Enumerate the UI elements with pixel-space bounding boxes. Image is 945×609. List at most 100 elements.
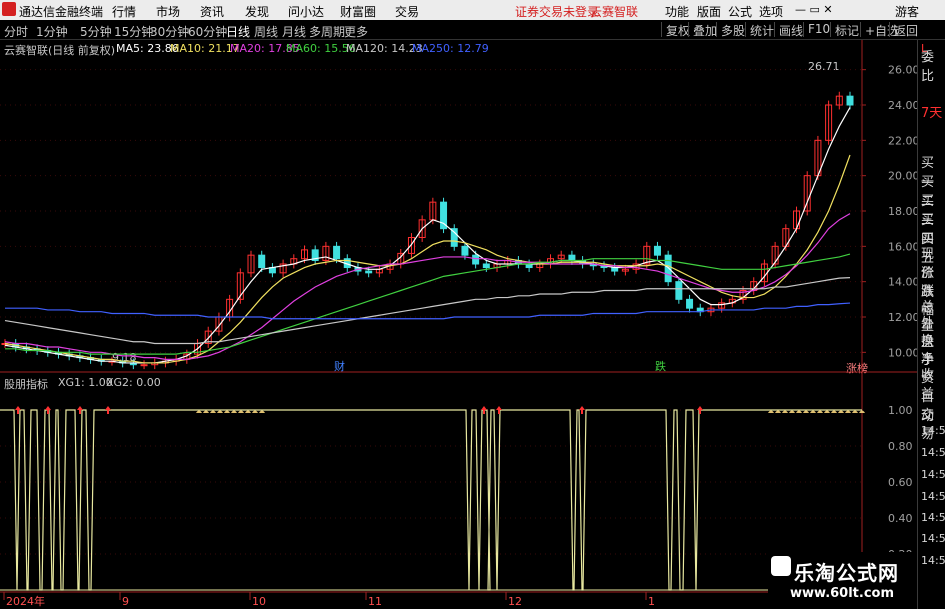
toolbar-mark[interactable]: 标记 — [830, 22, 859, 38]
site-logo-icon — [771, 556, 791, 576]
menu-ask[interactable]: 问小达 — [288, 3, 324, 20]
menu-discover[interactable]: 发现 — [245, 3, 269, 20]
menu-formula[interactable]: 公式 — [728, 3, 752, 20]
buy-signal-icon — [579, 406, 585, 414]
period-tab[interactable]: 30分钟 — [150, 23, 189, 40]
y-tick-label: 22.00 — [888, 134, 920, 147]
sidebar-label[interactable]: 14:56 — [921, 554, 945, 567]
y-tick-label: 18.00 — [888, 205, 920, 218]
ma-line-ma10 — [4, 154, 851, 364]
sidebar-label[interactable]: 14:56 — [921, 424, 945, 437]
signal-mark-icon — [852, 410, 858, 413]
ma-line-ma20 — [4, 213, 851, 360]
candle-body — [686, 298, 694, 309]
window-controls[interactable]: — ▭ ✕ — [795, 3, 833, 16]
toolbar-multi[interactable]: 多股 — [716, 22, 745, 38]
x-tick-label: 9 — [122, 595, 129, 608]
buy-signal-icon — [105, 406, 111, 414]
x-tick-label: 2024年 — [6, 594, 45, 608]
menu-quotes[interactable]: 行情 — [112, 3, 136, 20]
toolbar-f10[interactable]: F10 — [803, 22, 830, 37]
kline-chart[interactable]: 10.00 12.00 14.00 16.00 18.00 20.00 22.00 24.00… — [0, 39, 945, 609]
signal-mark-icon — [196, 410, 202, 413]
watermark-title: 乐淘公式网 — [794, 561, 899, 585]
period-tab[interactable]: 1分钟 — [36, 23, 68, 40]
period-tab[interactable]: 60分钟 — [188, 23, 227, 40]
period-tab[interactable]: 月线 — [282, 23, 306, 40]
toolbar-draw[interactable]: 画线 — [774, 22, 803, 38]
y-tick-label: 14.00 — [888, 276, 920, 289]
period-tab-active[interactable]: 日线 — [226, 23, 250, 40]
sidebar-label[interactable]: 7天 — [921, 102, 942, 121]
signal-mark-icon — [245, 410, 251, 413]
xg1-line — [0, 409, 862, 591]
sidebar-label[interactable]: 委比 — [921, 46, 945, 84]
quote-sidebar[interactable]: L委比7天买一买二买三买四买五现价涨跌涨幅总量外盘换手净资收益自动交易14:56… — [917, 40, 945, 609]
signal-mark-icon — [838, 410, 844, 413]
signal-mark-icon — [238, 410, 244, 413]
menu-market[interactable]: 市场 — [156, 3, 180, 20]
signal-mark-icon — [845, 410, 851, 413]
signal-mark-icon — [768, 410, 774, 413]
menu-function[interactable]: 功能 — [665, 3, 689, 20]
login-notice[interactable]: 证券交易未登录 — [515, 3, 599, 20]
menu-news[interactable]: 资讯 — [200, 3, 224, 20]
candle-body — [450, 228, 458, 247]
signal-mark-icon — [859, 410, 865, 413]
sidebar-label[interactable]: 14:56 — [921, 446, 945, 459]
period-tab[interactable]: 5分钟 — [80, 23, 112, 40]
period-toolbar: 分时 1分钟 5分钟 15分钟 30分钟 60分钟 日线 周线 月线 多周期 更… — [0, 20, 945, 40]
period-tab-more[interactable]: 更多 — [344, 23, 368, 40]
period-tab[interactable]: 多周期 — [309, 23, 345, 40]
y-tick-label: 1.00 — [888, 404, 913, 417]
sidebar-label[interactable]: 14:56 — [921, 532, 945, 545]
y-tick-label: 20.00 — [888, 170, 920, 183]
ma-line-ma120 — [4, 277, 851, 345]
y-tick-label: 12.00 — [888, 311, 920, 324]
y-tick-label: 0.40 — [888, 512, 913, 525]
watermark-url: www.60lt.com — [790, 586, 895, 601]
site-watermark: 乐淘公式网 www.60lt.com — [768, 552, 917, 609]
menubar: 通达信金融终端 行情 市场 资讯 发现 问小达 财富圈 交易 证券交易未登录 云… — [0, 0, 945, 20]
sidebar-label[interactable]: 14:56 — [921, 490, 945, 503]
candle-body — [675, 281, 683, 300]
toolbar-overlay[interactable]: 叠加 — [688, 22, 717, 38]
menu-layout[interactable]: 版面 — [697, 3, 721, 20]
candle-body — [140, 364, 148, 367]
signal-mark-icon — [810, 410, 816, 413]
signal-mark-icon — [817, 410, 823, 413]
y-tick-label: 26.00 — [888, 64, 920, 77]
notice-stock[interactable]: 云赛智联 — [590, 3, 638, 20]
signal-mark-icon — [210, 410, 216, 413]
candle-body — [258, 254, 266, 269]
signal-mark-icon — [782, 410, 788, 413]
guest-label[interactable]: 游客 — [895, 3, 919, 20]
candle-body — [472, 254, 480, 265]
toolbar-back[interactable]: 返回 — [889, 22, 918, 38]
signal-mark-icon — [803, 410, 809, 413]
candle-body — [365, 270, 373, 274]
sidebar-label[interactable]: 14:56 — [921, 468, 945, 481]
y-tick-label: 10.00 — [888, 346, 920, 359]
signal-mark-icon — [252, 410, 258, 413]
signal-mark-icon — [259, 410, 265, 413]
ma-line-ma250 — [5, 302, 851, 320]
menu-options[interactable]: 选项 — [759, 3, 783, 20]
period-tab[interactable]: 周线 — [254, 23, 278, 40]
signal-mark-icon — [796, 410, 802, 413]
period-tab[interactable]: 分时 — [4, 23, 28, 40]
signal-mark-icon — [824, 410, 830, 413]
buy-signal-icon — [496, 406, 502, 414]
menu-trade[interactable]: 交易 — [395, 3, 419, 20]
period-tab[interactable]: 15分钟 — [114, 23, 153, 40]
buy-signal-icon — [697, 406, 703, 414]
toolbar-stats[interactable]: 统计 — [745, 22, 774, 38]
menu-wealth[interactable]: 财富圈 — [340, 3, 376, 20]
toolbar-restore-rights[interactable]: 复权 — [661, 22, 690, 38]
candle-body — [653, 245, 661, 256]
ma-line-ma5 — [4, 107, 851, 364]
candle-body — [482, 263, 490, 269]
y-tick-label: 24.00 — [888, 99, 920, 112]
app-logo-icon — [2, 2, 16, 16]
sidebar-label[interactable]: 14:56 — [921, 511, 945, 524]
